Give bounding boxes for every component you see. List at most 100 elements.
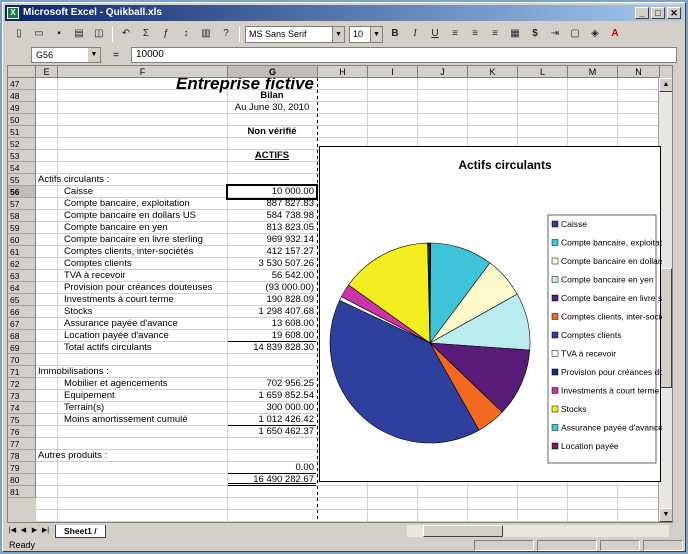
item-value[interactable]: (93 000.00) [228,282,316,294]
sheet-subtitle[interactable]: Bilan [228,90,316,102]
row-header[interactable]: 69 [8,342,36,354]
item-label[interactable]: Compte bancaire, exploitation [64,198,234,210]
row-header[interactable]: 48 [8,90,36,102]
merge-center-icon[interactable]: ▦ [505,25,525,43]
prev-sheet-icon[interactable]: ◀ [18,525,29,537]
row-header[interactable]: 55 [8,174,36,186]
item-value[interactable]: 3 530 507.26 [228,258,316,270]
pie-chart[interactable]: Actifs circulants Caisse Compte bancaire,… [319,146,685,482]
column-header[interactable]: I [368,66,418,78]
item-label[interactable]: Compte bancaire en livre sterling [64,234,234,246]
item-label[interactable]: TVA à recevoir [64,270,234,282]
item-value[interactable]: 1 298 407.68 [228,306,316,318]
row-header[interactable]: 80 [8,474,36,486]
new-icon[interactable]: ▯ [9,25,29,43]
item-label[interactable]: Compte bancaire en yen [64,222,234,234]
row-header[interactable]: 66 [8,306,36,318]
column-header[interactable]: M [568,66,618,78]
row-header[interactable]: 68 [8,330,36,342]
item-label[interactable]: Caisse [64,186,234,198]
open-folder-icon[interactable]: ▭ [29,25,49,43]
function-icon[interactable]: ƒ [156,25,176,43]
help-icon[interactable]: ? [216,25,236,43]
column-header[interactable]: K [468,66,518,78]
sheet-status[interactable]: Non vérifié [228,126,316,138]
item-value[interactable]: 56 542.00 [228,270,316,282]
sort-icon[interactable]: ↕ [176,25,196,43]
item-label[interactable]: Stocks [64,306,234,318]
row-header[interactable]: 52 [8,138,36,150]
item-value[interactable]: 1 659 852.54 [228,390,316,402]
item-value[interactable]: 813 823.05 [228,222,316,234]
item-value[interactable]: 887 827.83 [228,198,316,210]
other-value[interactable]: 0.00 [228,462,316,474]
row-header[interactable]: 67 [8,318,36,330]
section-header[interactable]: Immobilisations : [38,366,228,378]
bold-button[interactable]: B [385,25,405,43]
italic-button[interactable]: I [405,25,425,43]
row-header[interactable]: 56 [8,186,36,198]
font-name-select[interactable]: MS Sans Serif ▼ [245,25,345,43]
row-header[interactable]: 77 [8,438,36,450]
column-header[interactable]: J [418,66,468,78]
column-header[interactable]: E [36,66,58,78]
column-header[interactable]: F [58,66,228,78]
row-header[interactable]: 72 [8,378,36,390]
maximize-button[interactable]: □ [651,7,665,19]
scroll-up-icon[interactable]: ▲ [659,78,672,92]
borders-icon[interactable]: ▢ [565,25,585,43]
item-label[interactable]: Assurance payée d'avance [64,318,234,330]
row-header[interactable]: 75 [8,414,36,426]
first-sheet-icon[interactable]: |◀ [7,525,18,537]
align-center-icon[interactable]: ≡ [465,25,485,43]
item-label[interactable]: Moins amortissement cumulé [64,414,234,426]
font-size-select[interactable]: 10 ▼ [349,25,383,43]
sheet-date[interactable]: Au June 30, 2010 [228,102,316,114]
column-header[interactable]: L [518,66,568,78]
column-header[interactable]: G [228,66,318,78]
row-header[interactable]: 58 [8,210,36,222]
row-header[interactable]: 61 [8,246,36,258]
item-value[interactable]: 300 000.00 [228,402,316,414]
item-value[interactable]: 702 956.25 [228,378,316,390]
section-header[interactable]: Autres produits : [38,450,228,462]
item-label[interactable]: Compte bancaire en dollars US [64,210,234,222]
underline-button[interactable]: U [425,25,445,43]
item-value[interactable]: 584 738.98 [228,210,316,222]
row-header[interactable]: 51 [8,126,36,138]
grand-total-value[interactable]: 16 490 282.67 [228,474,316,486]
item-label[interactable]: Location payée d'avance [64,330,234,342]
fixed-total-value[interactable]: 1 650 462.37 [228,426,316,438]
item-label[interactable]: Investments à court terme [64,294,234,306]
row-header[interactable]: 49 [8,102,36,114]
horizontal-scrollbar[interactable] [407,525,669,537]
column-header[interactable]: N [618,66,660,78]
chart-wizard-icon[interactable]: ▥ [196,25,216,43]
fill-color-icon[interactable]: ◈ [585,25,605,43]
horizontal-scroll-thumb[interactable] [423,525,503,537]
align-right-icon[interactable]: ≡ [485,25,505,43]
item-label[interactable]: Comptes clients [64,258,234,270]
font-color-icon[interactable]: A [605,25,625,43]
sheet-tab-sheet1[interactable]: Sheet1 / [55,524,106,538]
item-value[interactable]: 10 000.00 [226,184,318,200]
save-icon[interactable]: ▪ [49,25,69,43]
row-header[interactable]: 57 [8,198,36,210]
item-value[interactable]: 190 828.09 [228,294,316,306]
row-header[interactable]: 62 [8,258,36,270]
row-header[interactable]: 71 [8,366,36,378]
item-label[interactable]: Terrain(s) [64,402,234,414]
row-header[interactable]: 60 [8,234,36,246]
row-header[interactable]: 47 [8,78,36,90]
row-header[interactable]: 73 [8,390,36,402]
print-icon[interactable]: ▤ [69,25,89,43]
column-header[interactable]: H [318,66,368,78]
minimize-button[interactable]: _ [635,7,649,19]
row-header[interactable]: 76 [8,426,36,438]
last-sheet-icon[interactable]: ▶| [40,525,51,537]
close-button[interactable]: ✕ [667,7,681,19]
item-label[interactable]: Mobilier et agencements [64,378,234,390]
row-header[interactable]: 78 [8,450,36,462]
row-header[interactable]: 50 [8,114,36,126]
item-value[interactable]: 13 608.00 [228,318,316,330]
